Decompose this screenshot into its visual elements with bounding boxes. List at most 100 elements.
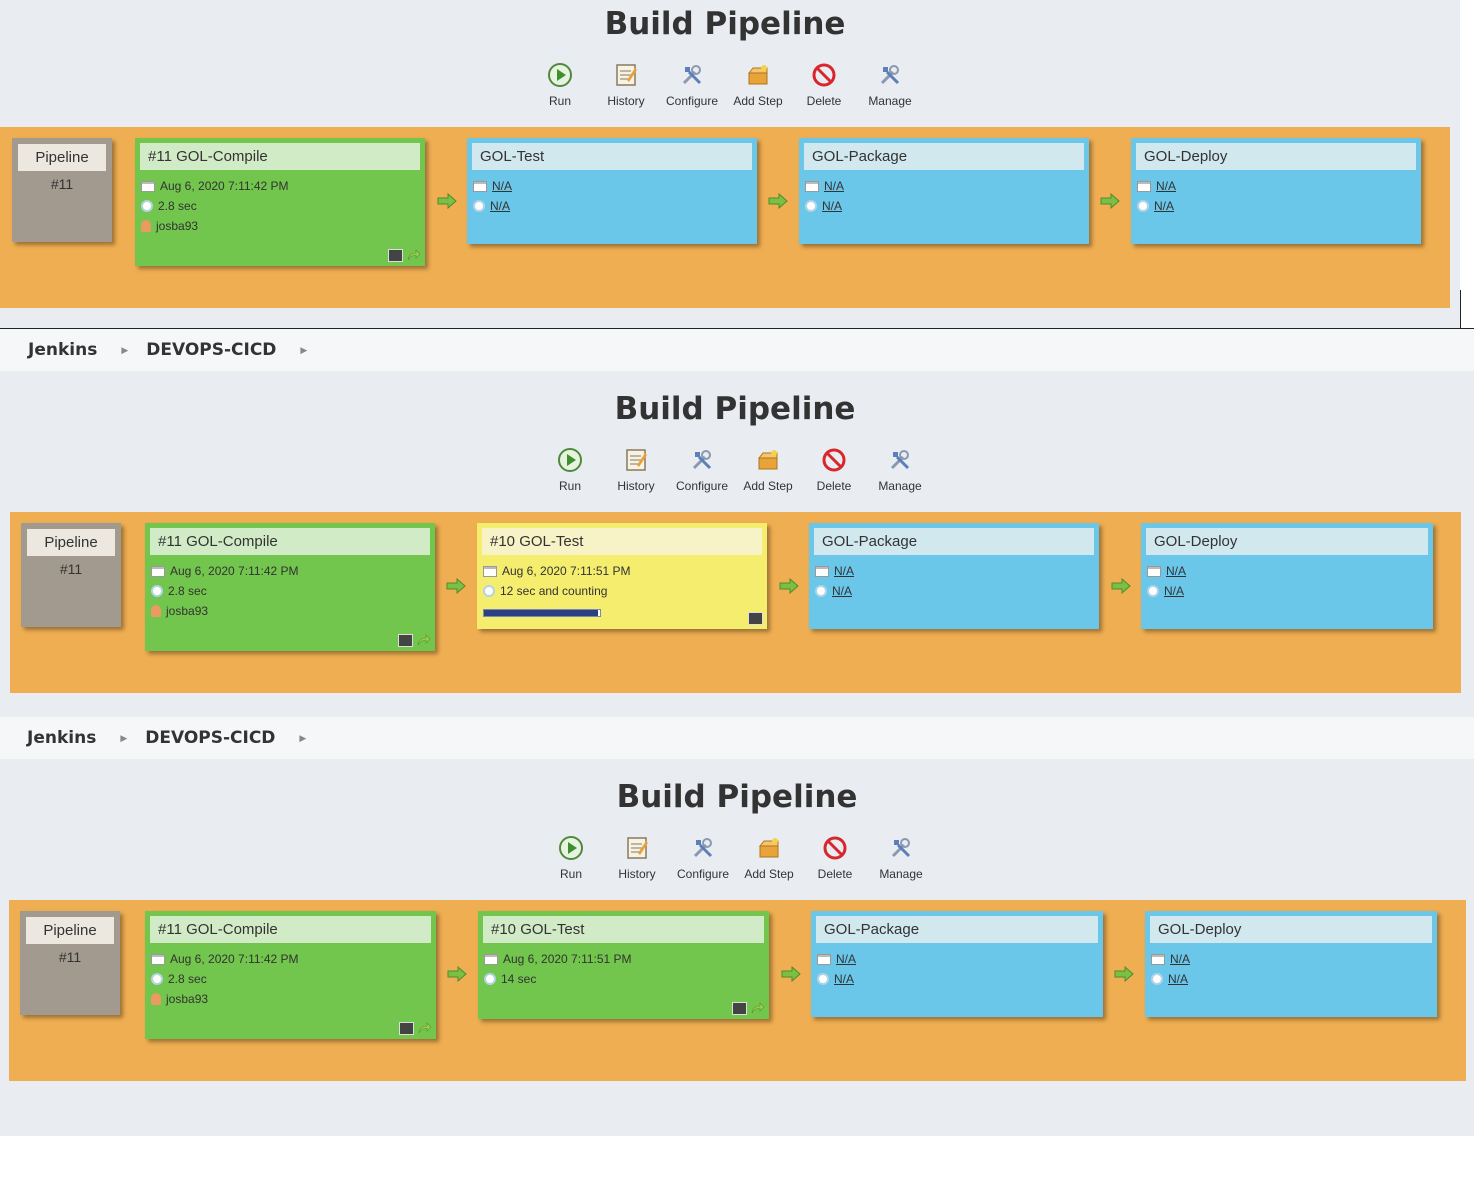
stage-duration-row: 14 sec [484, 969, 769, 989]
stage-duration-row: 12 sec and counting [483, 581, 767, 601]
breadcrumb-jenkins[interactable]: Jenkins [27, 728, 96, 748]
stage-title[interactable]: GOL-Deploy [1150, 916, 1432, 943]
manage-button[interactable]: Manage [867, 447, 933, 493]
manage-label: Manage [868, 94, 912, 108]
stage-title[interactable]: #10 GOL-Test [483, 916, 764, 943]
stage-card: GOL-Package N/A N/A [811, 911, 1103, 1017]
configure-button[interactable]: Configure [669, 447, 735, 493]
stage-title[interactable]: #11 GOL-Compile [150, 916, 431, 943]
revision-label: Pipeline [27, 529, 115, 556]
arrow-right-icon [1111, 578, 1131, 594]
stage-title[interactable]: #11 GOL-Compile [150, 528, 430, 555]
stage-title[interactable]: GOL-Deploy [1136, 143, 1416, 170]
stage-date[interactable]: N/A [1156, 179, 1176, 193]
history-button[interactable]: History [593, 62, 659, 108]
configure-button[interactable]: Configure [659, 62, 725, 108]
clock-icon [817, 973, 829, 985]
stage-date[interactable]: N/A [1170, 952, 1190, 966]
console-icon[interactable] [748, 612, 763, 625]
history-button[interactable]: History [604, 835, 670, 881]
rerun-icon[interactable] [407, 249, 421, 261]
configure-button[interactable]: Configure [670, 835, 736, 881]
delete-icon [823, 836, 847, 860]
revision-number[interactable]: #11 [12, 176, 112, 192]
run-button[interactable]: Run [538, 835, 604, 881]
stage-title[interactable]: GOL-Test [472, 143, 752, 170]
add-step-icon [758, 838, 779, 858]
breadcrumb-devops-cicd[interactable]: DEVOPS-CICD [145, 728, 275, 748]
calendar-icon [141, 180, 155, 192]
history-icon [616, 64, 637, 86]
delete-button[interactable]: Delete [791, 62, 857, 108]
user-icon [151, 605, 161, 617]
stage-title[interactable]: #10 GOL-Test [482, 528, 762, 555]
manage-button[interactable]: Manage [857, 62, 923, 108]
stage-title[interactable]: GOL-Package [816, 916, 1098, 943]
console-icon[interactable] [399, 1022, 414, 1035]
history-button[interactable]: History [603, 447, 669, 493]
stage-title[interactable]: GOL-Package [814, 528, 1094, 555]
stage-duration[interactable]: N/A [1168, 972, 1188, 986]
stage-date-row: N/A [815, 561, 1099, 581]
chevron-right-icon[interactable]: ▶ [300, 345, 307, 356]
stage-user: josba93 [166, 992, 209, 1006]
breadcrumb-jenkins[interactable]: Jenkins [28, 340, 97, 360]
clock-icon [1151, 973, 1163, 985]
rerun-icon[interactable] [751, 1002, 765, 1014]
revision-number[interactable]: #11 [21, 561, 121, 577]
manage-button[interactable]: Manage [868, 835, 934, 881]
user-icon [141, 220, 151, 232]
stage-title[interactable]: #11 GOL-Compile [140, 143, 420, 170]
delete-button[interactable]: Delete [801, 447, 867, 493]
stage-user: josba93 [156, 219, 199, 233]
run-button[interactable]: Run [537, 447, 603, 493]
add-step-button[interactable]: Add Step [735, 447, 801, 493]
stage-duration-row: 2.8 sec [151, 581, 435, 601]
console-icon[interactable] [398, 634, 413, 647]
configure-label: Configure [675, 479, 729, 493]
stage-date[interactable]: N/A [834, 564, 854, 578]
add-step-button[interactable]: Add Step [725, 62, 791, 108]
chevron-right-icon[interactable]: ▶ [299, 733, 306, 744]
stage-date[interactable]: N/A [824, 179, 844, 193]
stage-actions [732, 1002, 765, 1015]
history-label: History [618, 867, 656, 881]
chevron-right-icon: ▶ [121, 344, 129, 355]
console-icon[interactable] [732, 1002, 747, 1015]
revision-label: Pipeline [18, 144, 106, 171]
rerun-icon[interactable] [417, 634, 431, 646]
stage-date[interactable]: N/A [1166, 564, 1186, 578]
clock-icon [151, 585, 163, 597]
page-title: Build Pipeline [614, 391, 856, 427]
stage-duration[interactable]: N/A [1154, 199, 1174, 213]
run-label: Run [559, 867, 582, 881]
add-step-button[interactable]: Add Step [736, 835, 802, 881]
stage-duration[interactable]: N/A [490, 199, 510, 213]
stage-duration[interactable]: N/A [834, 972, 854, 986]
stage-date: Aug 6, 2020 7:11:42 PM [160, 179, 289, 193]
run-icon [548, 63, 572, 87]
stage-duration[interactable]: N/A [1164, 584, 1184, 598]
breadcrumb: Jenkins ▶ DEVOPS-CICD ▶ [0, 329, 1474, 371]
stage-duration-row: N/A [1147, 581, 1433, 601]
stage-date[interactable]: N/A [492, 179, 512, 193]
rerun-icon[interactable] [418, 1022, 432, 1034]
stage-duration[interactable]: N/A [822, 199, 842, 213]
stage-duration[interactable]: N/A [832, 584, 852, 598]
breadcrumb-devops-cicd[interactable]: DEVOPS-CICD [146, 340, 276, 360]
calendar-icon [1147, 565, 1161, 577]
delete-icon [812, 63, 836, 87]
stage-title[interactable]: GOL-Deploy [1146, 528, 1428, 555]
stage-date-row: Aug 6, 2020 7:11:51 PM [483, 561, 767, 581]
add-step-label: Add Step [733, 94, 783, 108]
progress-bar [483, 609, 601, 617]
history-label: History [607, 94, 645, 108]
delete-button[interactable]: Delete [802, 835, 868, 881]
arrow-right-icon [768, 193, 788, 209]
manage-icon [891, 838, 911, 858]
console-icon[interactable] [388, 249, 403, 262]
revision-number[interactable]: #11 [20, 949, 120, 965]
run-button[interactable]: Run [527, 62, 593, 108]
stage-date[interactable]: N/A [836, 952, 856, 966]
stage-title[interactable]: GOL-Package [804, 143, 1084, 170]
